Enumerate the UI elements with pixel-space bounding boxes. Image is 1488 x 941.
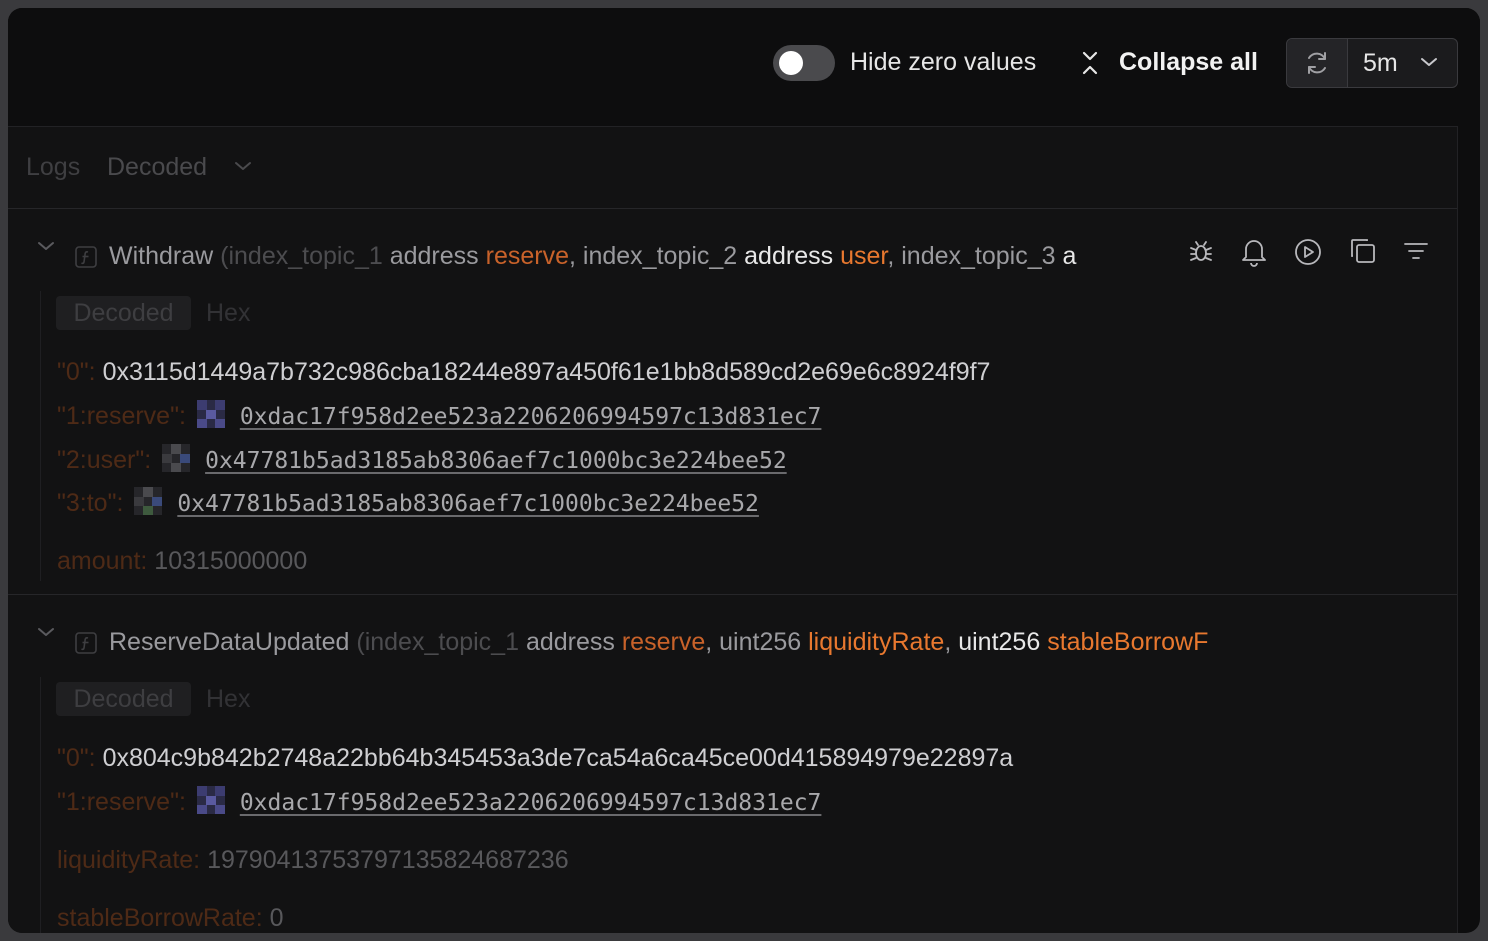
panel-header: Logs Decoded [8,127,1457,209]
chevron-down-icon[interactable] [233,159,253,173]
copy-icon[interactable] [1348,236,1378,266]
topic-row: "2:user": 0x47781b5ad3185ab8306aef7c1000… [57,444,787,474]
event-signature[interactable]: ReserveDataUpdated (index_topic_1 addres… [109,628,1275,657]
function-icon [75,632,97,654]
toggle-knob [779,51,803,75]
address-avatar-icon [196,786,225,815]
event-signature[interactable]: Withdraw (index_topic_1 address reserve,… [109,242,1129,271]
param-row: liquidityRate: 1979041375379713582468723… [57,846,569,874]
collapse-all-button[interactable]: Collapse all [1119,48,1258,77]
param-row: stableBorrowRate: 0 [57,904,284,932]
address-link[interactable]: 0xdac17f958d2ee523a2206206994597c13d831e… [240,790,822,816]
function-icon [75,246,97,268]
address-avatar-icon [134,487,163,516]
tab-hex[interactable]: Hex [206,682,250,716]
hide-zero-label[interactable]: Hide zero values [850,48,1036,77]
chevron-down-icon[interactable] [36,625,56,639]
collapse-icon[interactable] [1079,50,1101,76]
view-mode-dropdown[interactable]: Decoded [107,153,207,182]
bug-icon[interactable] [1188,239,1214,265]
tab-decoded[interactable]: Decoded [56,296,191,330]
tree-guide [40,291,41,581]
app-window: Hide zero values Collapse all 5m Logs De… [8,8,1480,933]
topic-row: "1:reserve": 0xdac17f958d2ee523a22062069… [57,400,822,430]
filter-icon[interactable] [1402,237,1430,265]
interval-select[interactable]: 5m [1363,49,1398,78]
tree-guide [40,677,41,933]
address-link[interactable]: 0x47781b5ad3185ab8306aef7c1000bc3e224bee… [205,448,787,474]
chevron-down-icon[interactable] [36,239,56,253]
address-link[interactable]: 0x47781b5ad3185ab8306aef7c1000bc3e224bee… [177,491,759,517]
toolbar: Hide zero values Collapse all 5m [8,8,1480,126]
log-event-withdraw: Withdraw (index_topic_1 address reserve,… [8,209,1457,594]
refresh-button[interactable] [1287,39,1348,87]
chevron-down-icon[interactable] [1419,55,1439,69]
param-row: amount: 10315000000 [57,547,308,575]
tab-hex[interactable]: Hex [206,296,250,330]
tab-decoded[interactable]: Decoded [56,682,191,716]
address-avatar-icon [162,444,191,473]
topic-row: "3:to": 0x47781b5ad3185ab8306aef7c1000bc… [57,487,759,517]
log-event-reservedataupdated: ReserveDataUpdated (index_topic_1 addres… [8,595,1457,933]
play-icon[interactable] [1293,237,1323,267]
bell-icon[interactable] [1240,237,1268,267]
panel-title: Logs [26,153,81,181]
topic-row: "0": 0x804c9b842b2748a22bb64b345453a3de7… [57,744,1014,772]
refresh-control: 5m [1286,38,1458,88]
topic-row: "1:reserve": 0xdac17f958d2ee523a22062069… [57,786,822,816]
refresh-icon [1308,52,1326,74]
address-avatar-icon [196,400,225,429]
logs-panel: Logs Decoded Withdraw (index_topic_1 add… [8,126,1458,933]
topic-row: "0": 0x3115d1449a7b732c986cba18244e897a4… [57,358,991,386]
address-link[interactable]: 0xdac17f958d2ee523a2206206994597c13d831e… [240,404,822,430]
hide-zero-toggle[interactable] [773,45,835,81]
